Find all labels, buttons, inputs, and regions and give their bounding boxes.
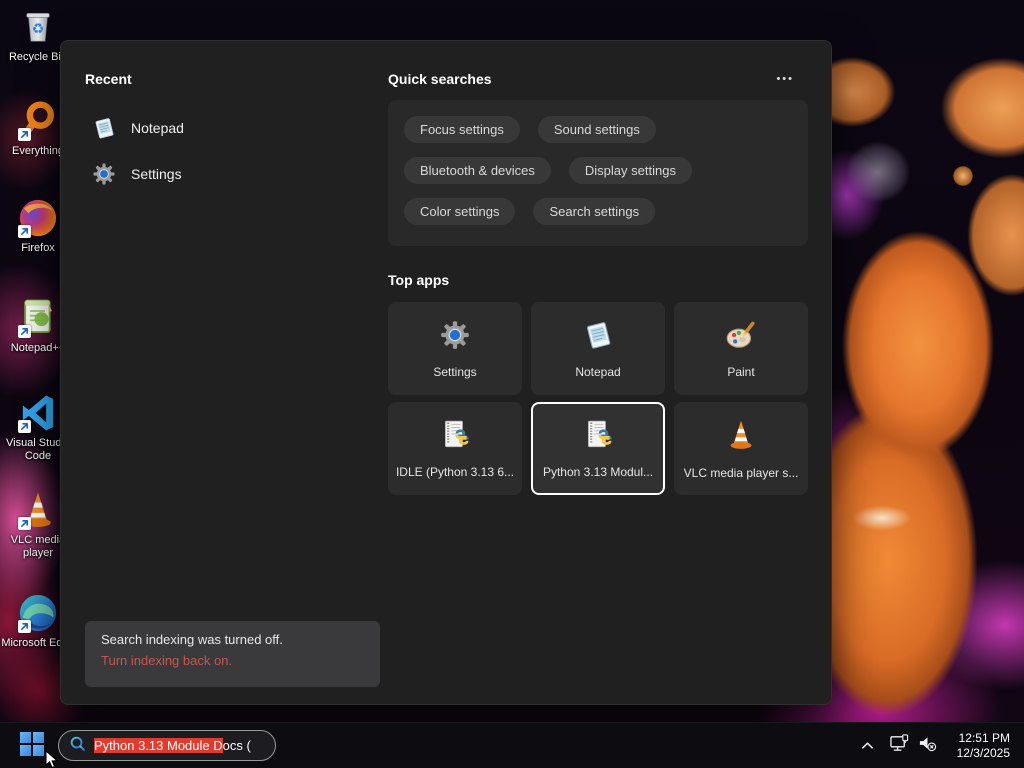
taskbar-search-input[interactable]: Python 3.13 Module Docs (	[58, 730, 276, 761]
indexing-notice: Search indexing was turned off. Turn ind…	[85, 621, 380, 687]
top-app-tile-label: Notepad	[575, 365, 621, 379]
python-doc-icon	[438, 418, 472, 457]
paint-palette-icon	[724, 318, 758, 357]
recent-item-notepad[interactable]: Notepad	[85, 105, 375, 151]
top-app-tile-label: IDLE (Python 3.13 6...	[395, 465, 515, 479]
recent-item-label: Notepad	[131, 120, 184, 136]
top-app-tile-label: Settings	[433, 365, 477, 379]
top-app-tile-settings[interactable]: Settings	[388, 302, 522, 395]
shortcut-arrow-icon	[18, 420, 31, 433]
system-tray: 12:51 PM 12/3/2025	[855, 723, 1016, 768]
recent-item-label: Settings	[131, 166, 182, 182]
top-app-tile-idle-python[interactable]: IDLE (Python 3.13 6...	[388, 402, 522, 495]
quick-search-pill-bluetooth-devices[interactable]: Bluetooth & devices	[404, 157, 551, 184]
turn-indexing-on-link[interactable]: Turn indexing back on.	[101, 653, 364, 668]
desktop-icon-label: Notepad++	[10, 342, 66, 354]
search-query-rest-text: ocs (	[222, 738, 251, 753]
quick-searches-heading: Quick searches	[388, 71, 492, 87]
windows-logo-icon	[19, 731, 45, 762]
shortcut-arrow-icon	[18, 620, 31, 633]
top-apps-heading: Top apps	[388, 272, 450, 288]
search-flyout-panel: Recent Notepad Settings Quick searches •…	[60, 40, 832, 705]
shortcut-arrow-icon	[18, 225, 31, 238]
vlc-cone-icon	[724, 417, 758, 458]
mouse-cursor	[44, 749, 60, 768]
search-icon	[69, 735, 86, 757]
top-apps-grid: Settings Notepad Paint IDLE (Python 3.13…	[388, 302, 808, 495]
search-query-selected-text: Python 3.13 Module D	[94, 738, 223, 753]
notepad-icon	[91, 115, 117, 141]
volume-tray-button[interactable]	[915, 731, 941, 761]
top-app-tile-vlc[interactable]: VLC media player s...	[674, 402, 808, 495]
tray-expand-button[interactable]	[855, 731, 881, 761]
shortcut-arrow-icon	[18, 325, 31, 338]
top-app-tile-python-module-docs[interactable]: Python 3.13 Modul...	[531, 402, 665, 495]
recent-item-settings[interactable]: Settings	[85, 151, 375, 197]
notepad-plus-plus-icon	[17, 297, 59, 339]
top-app-tile-label: Python 3.13 Modul...	[542, 465, 654, 479]
volume-muted-icon	[917, 734, 938, 758]
quick-search-pill-search-settings[interactable]: Search settings	[533, 198, 656, 225]
desktop-icon-label: Recycle Bin	[8, 51, 68, 63]
recycle-bin-icon: ♻	[17, 6, 59, 48]
quick-search-pill-sound-settings[interactable]: Sound settings	[537, 116, 656, 143]
taskbar-clock[interactable]: 12:51 PM 12/3/2025	[951, 729, 1016, 763]
desktop-icon-label: Everything	[12, 145, 64, 157]
taskbar: Python 3.13 Module Docs (12:51 PM 12/3/…	[0, 722, 1024, 768]
recent-section: Recent Notepad Settings	[85, 71, 375, 197]
top-app-tile-paint[interactable]: Paint	[674, 302, 808, 395]
indexing-notice-message: Search indexing was turned off.	[101, 632, 283, 647]
search-query-text: Python 3.13 Module Docs (	[94, 738, 251, 753]
svg-text:♻: ♻	[32, 22, 45, 38]
clock-date: 12/3/2025	[956, 746, 1010, 760]
shortcut-arrow-icon	[18, 517, 31, 530]
quick-searches-card: Focus settings Sound settings Bluetooth …	[388, 100, 808, 246]
shortcut-arrow-icon	[18, 128, 31, 141]
recent-heading: Recent	[85, 71, 132, 87]
top-app-tile-notepad[interactable]: Notepad	[531, 302, 665, 395]
vscode-icon	[17, 392, 59, 434]
vlc-cone-icon	[17, 489, 59, 531]
everything-search-icon	[17, 100, 59, 142]
top-app-tile-label: Paint	[727, 365, 755, 379]
desktop-screen: ♻ Recycle Bin Everything Firefox Notepad…	[0, 0, 1024, 768]
top-app-tile-label: VLC media player s...	[683, 466, 799, 480]
gear-icon	[91, 161, 117, 187]
clock-time: 12:51 PM	[958, 731, 1010, 745]
notepad-icon	[581, 318, 615, 357]
network-ethernet-icon	[889, 734, 910, 758]
quick-search-pill-display-settings[interactable]: Display settings	[568, 157, 692, 184]
firefox-icon	[17, 197, 59, 239]
gear-icon	[438, 318, 472, 357]
network-tray-button[interactable]	[887, 731, 913, 761]
chevron-up-icon	[861, 737, 874, 755]
python-doc-icon	[581, 418, 615, 457]
more-options-icon[interactable]: •••	[770, 71, 800, 87]
quick-searches-section: Quick searches ••• Focus settings Sound …	[388, 71, 808, 495]
edge-icon	[17, 592, 59, 634]
quick-search-pill-focus-settings[interactable]: Focus settings	[404, 116, 520, 143]
quick-search-pill-color-settings[interactable]: Color settings	[404, 198, 516, 225]
desktop-icon-label: Firefox	[21, 242, 55, 254]
